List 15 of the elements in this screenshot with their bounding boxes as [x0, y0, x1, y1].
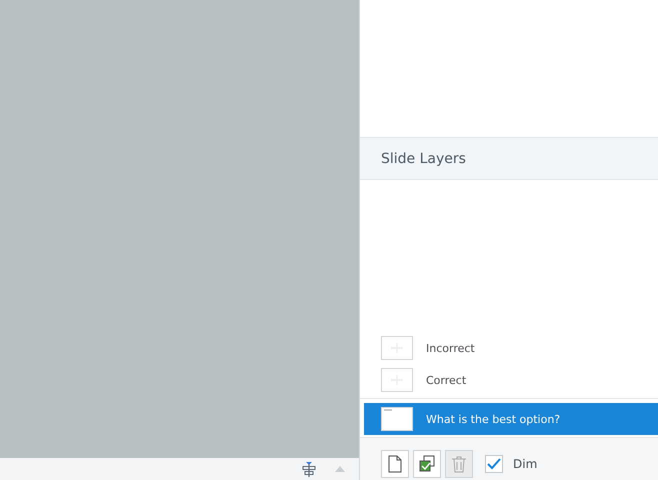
panel-title: Slide Layers	[381, 150, 466, 166]
layer-item[interactable]: Incorrect	[360, 332, 658, 364]
duplicate-button[interactable]	[413, 450, 441, 478]
layer-item[interactable]: What is the best option?	[364, 403, 658, 435]
slide-thumbnail	[381, 407, 413, 431]
dim-label: Dim	[513, 457, 538, 471]
layer-thumbnail	[381, 336, 413, 360]
dim-checkbox[interactable]	[485, 455, 503, 473]
copy-icon	[418, 455, 436, 473]
trash-icon	[451, 455, 467, 473]
page-icon	[387, 455, 403, 473]
layer-item[interactable]: Correct	[360, 364, 658, 396]
align-icon[interactable]	[301, 461, 317, 477]
layer-thumbnail	[381, 368, 413, 392]
new-button[interactable]	[381, 450, 409, 478]
